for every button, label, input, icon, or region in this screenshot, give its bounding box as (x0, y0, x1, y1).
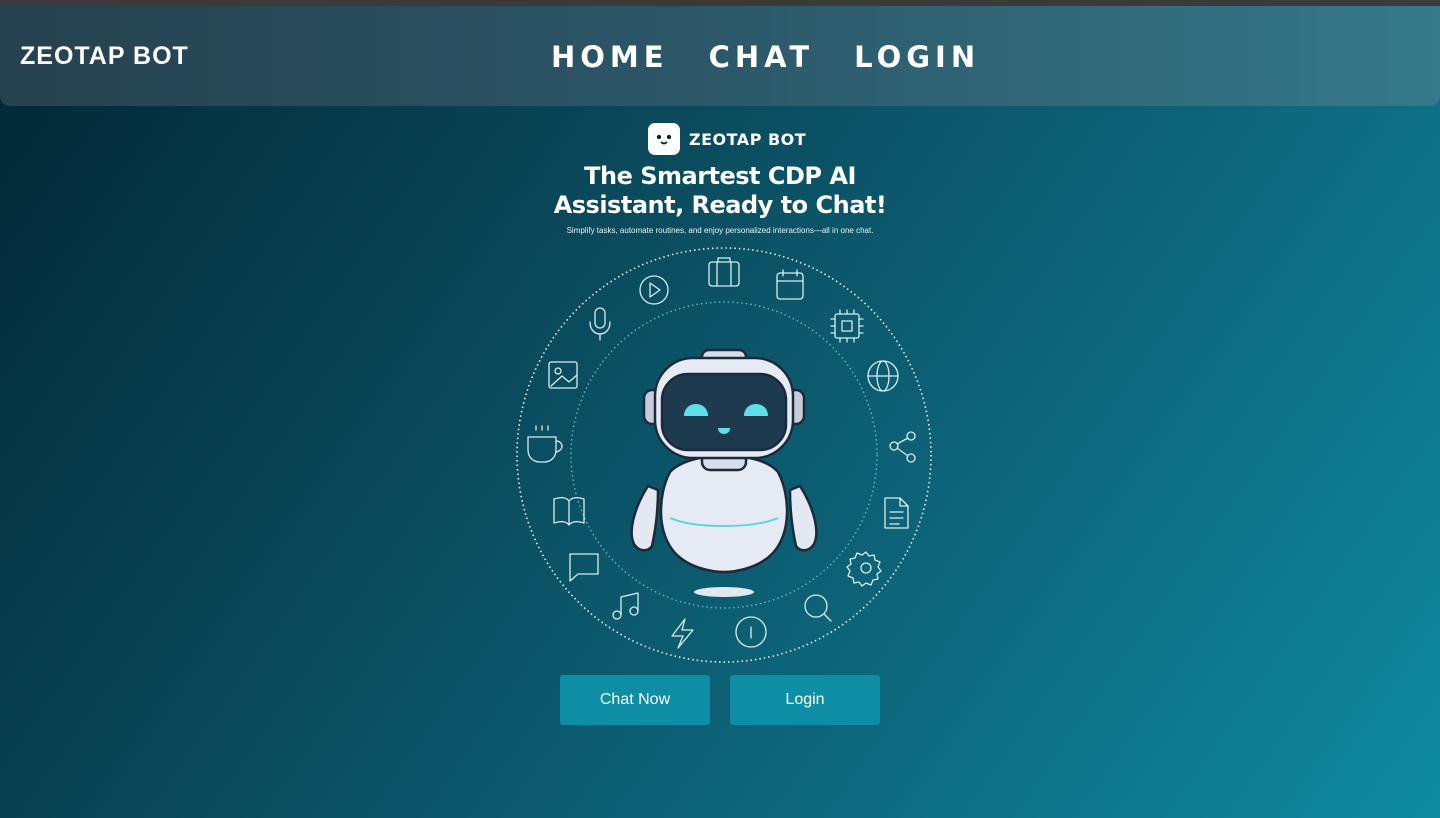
nav-home-link[interactable]: HOME (551, 40, 669, 74)
nav-chat-link[interactable]: CHAT (709, 40, 815, 74)
hero-title: The Smartest CDP AI Assistant, Ready to … (520, 162, 920, 220)
hero-logo-text: ZEOTAP BOT (689, 129, 807, 149)
chat-now-button[interactable]: Chat Now (560, 675, 710, 725)
robot-figure (630, 348, 818, 597)
lightning-icon (671, 618, 694, 649)
share-icon (889, 431, 916, 463)
info-icon (735, 616, 767, 648)
coffee-icon (527, 425, 563, 463)
robot-illustration (516, 247, 932, 663)
calendar-icon (776, 269, 804, 300)
document-icon (884, 497, 909, 529)
bot-face-icon (648, 123, 680, 155)
hero-logo: ZEOTAP BOT (648, 123, 806, 155)
book-icon (553, 497, 585, 526)
hero-subtitle: Simplify tasks, automate routines, and e… (566, 226, 874, 235)
gear-icon (846, 551, 882, 587)
top-navbar: ZEOTAP BOT HOME CHAT LOGIN (0, 6, 1440, 106)
play-icon (639, 275, 669, 305)
search-icon (804, 594, 832, 622)
nav-login-link[interactable]: LOGIN (854, 40, 980, 74)
music-icon (612, 592, 639, 620)
chip-icon (830, 309, 864, 343)
image-icon (548, 361, 578, 389)
nav-links: HOME CHAT LOGIN (551, 40, 1020, 74)
microphone-icon (589, 307, 611, 341)
chat-bubble-icon (569, 553, 599, 582)
hero-title-line1: The Smartest CDP AI (584, 162, 856, 190)
hero-title-line2: Assistant, Ready to Chat! (553, 191, 887, 219)
briefcase-icon (708, 257, 740, 287)
globe-icon (867, 360, 899, 392)
login-button[interactable]: Login (730, 675, 880, 725)
brand-logo-text[interactable]: ZEOTAP BOT (20, 42, 189, 71)
